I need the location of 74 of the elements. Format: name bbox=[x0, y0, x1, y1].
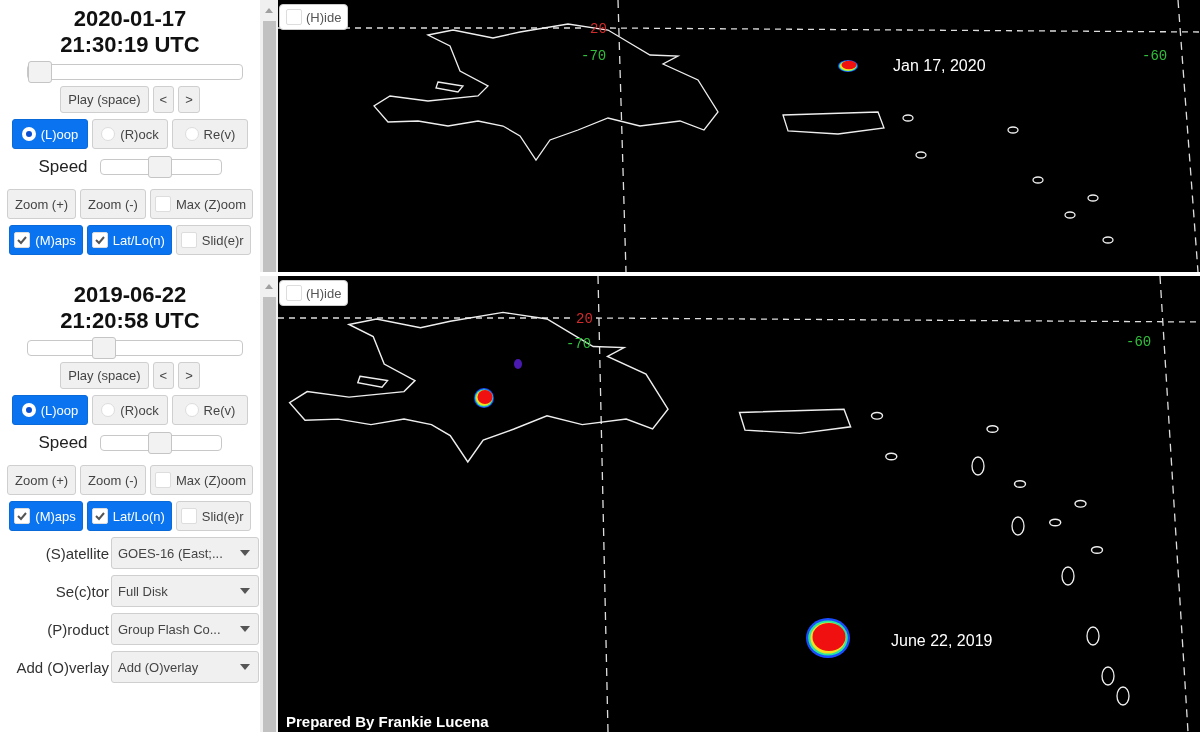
speed-slider[interactable] bbox=[99, 435, 222, 451]
zoom-button[interactable]: Zoom (+) bbox=[7, 465, 77, 495]
slider-thumb[interactable] bbox=[147, 432, 172, 454]
speed-label: Speed bbox=[38, 157, 88, 177]
field-label: Se(c)tor bbox=[54, 582, 109, 600]
max-zoom-toggle[interactable]: Max (Z)oom bbox=[149, 465, 253, 495]
dropdown[interactable]: GOES-16 (East;... bbox=[111, 537, 259, 569]
slider-thumb[interactable] bbox=[91, 337, 116, 359]
scrollbar-thumb[interactable] bbox=[262, 21, 276, 272]
scrollbar-thumb[interactable] bbox=[262, 297, 276, 732]
time-text: 21:20:58 UTC bbox=[60, 308, 200, 334]
caret-icon bbox=[240, 550, 250, 556]
slider-thumb[interactable] bbox=[147, 156, 172, 178]
radio-icon bbox=[21, 127, 36, 141]
time-slider[interactable] bbox=[27, 64, 243, 80]
dropdown[interactable]: Group Flash Co... bbox=[111, 613, 259, 645]
scroll-up-arrow-icon[interactable] bbox=[265, 8, 273, 13]
caret-icon bbox=[240, 588, 250, 594]
field-label: Add (O)verlay bbox=[15, 658, 109, 676]
caret-icon bbox=[240, 626, 250, 632]
field-label: (S)atellite bbox=[44, 544, 109, 562]
speed-slider[interactable] bbox=[99, 159, 222, 175]
hide-checkbox[interactable]: (H)ide bbox=[279, 4, 349, 30]
zoom-button[interactable]: Zoom (+) bbox=[7, 189, 77, 219]
toggle-button[interactable]: Lat/Lo(n) bbox=[86, 501, 172, 531]
max-zoom-toggle[interactable]: Max (Z)oom bbox=[149, 189, 253, 219]
mode-radio-button[interactable]: (L)oop bbox=[12, 395, 88, 425]
radio-icon bbox=[101, 403, 116, 417]
toggle-button[interactable]: Lat/Lo(n) bbox=[86, 225, 172, 255]
grid-label: -70 bbox=[566, 336, 592, 352]
zoom-button[interactable]: Zoom (-) bbox=[80, 189, 146, 219]
toggle-button[interactable]: Slid(e)r bbox=[175, 225, 251, 255]
step-button[interactable]: < bbox=[152, 86, 175, 113]
date-caption: Jan 17, 2020 bbox=[893, 57, 986, 74]
mode-radio-button[interactable]: Re(v) bbox=[172, 119, 248, 149]
toggle-button[interactable]: Slid(e)r bbox=[175, 501, 251, 531]
caret-icon bbox=[240, 664, 250, 670]
radio-icon bbox=[21, 403, 36, 417]
radio-icon bbox=[101, 127, 116, 141]
dropdown[interactable]: Add (O)verlay bbox=[111, 651, 259, 683]
time-slider[interactable] bbox=[27, 340, 243, 356]
grid-label: -60 bbox=[1142, 48, 1168, 64]
dropdown[interactable]: Full Disk bbox=[111, 575, 259, 607]
step-button[interactable]: > bbox=[178, 86, 200, 113]
grid-label: 20 bbox=[576, 311, 593, 327]
step-button[interactable]: < bbox=[152, 362, 175, 389]
grid-label: -60 bbox=[1126, 334, 1152, 350]
speed-label: Speed bbox=[38, 433, 88, 453]
field-label: (P)roduct bbox=[46, 620, 109, 638]
toggle-button[interactable]: (M)aps bbox=[9, 225, 83, 255]
scroll-up-arrow-icon[interactable] bbox=[265, 284, 273, 289]
radio-icon bbox=[184, 403, 199, 417]
play-button[interactable]: Play (space) bbox=[60, 362, 149, 389]
mode-radio-button[interactable]: (R)ock bbox=[92, 119, 168, 149]
lightning-spot bbox=[838, 60, 858, 72]
grid-label: -70 bbox=[581, 48, 607, 64]
lightning-spot bbox=[806, 618, 850, 658]
time-text: 21:30:19 UTC bbox=[60, 32, 200, 58]
hide-checkbox[interactable]: (H)ide bbox=[279, 280, 349, 306]
slider-thumb[interactable] bbox=[28, 61, 52, 83]
date-text: 2020-01-17 bbox=[73, 6, 187, 32]
mode-radio-button[interactable]: (R)ock bbox=[92, 395, 168, 425]
credit-text: Prepared By Frankie Lucena bbox=[286, 713, 489, 730]
mode-radio-button[interactable]: Re(v) bbox=[172, 395, 248, 425]
zoom-button[interactable]: Zoom (-) bbox=[80, 465, 146, 495]
radio-icon bbox=[184, 127, 199, 141]
play-button[interactable]: Play (space) bbox=[60, 86, 149, 113]
date-text: 2019-06-22 bbox=[73, 282, 187, 308]
toggle-button[interactable]: (M)aps bbox=[9, 501, 83, 531]
step-button[interactable]: > bbox=[178, 362, 200, 389]
mode-radio-button[interactable]: (L)oop bbox=[12, 119, 88, 149]
lightning-spot bbox=[474, 388, 494, 408]
lightning-spot bbox=[514, 359, 522, 369]
date-caption: June 22, 2019 bbox=[891, 632, 993, 649]
